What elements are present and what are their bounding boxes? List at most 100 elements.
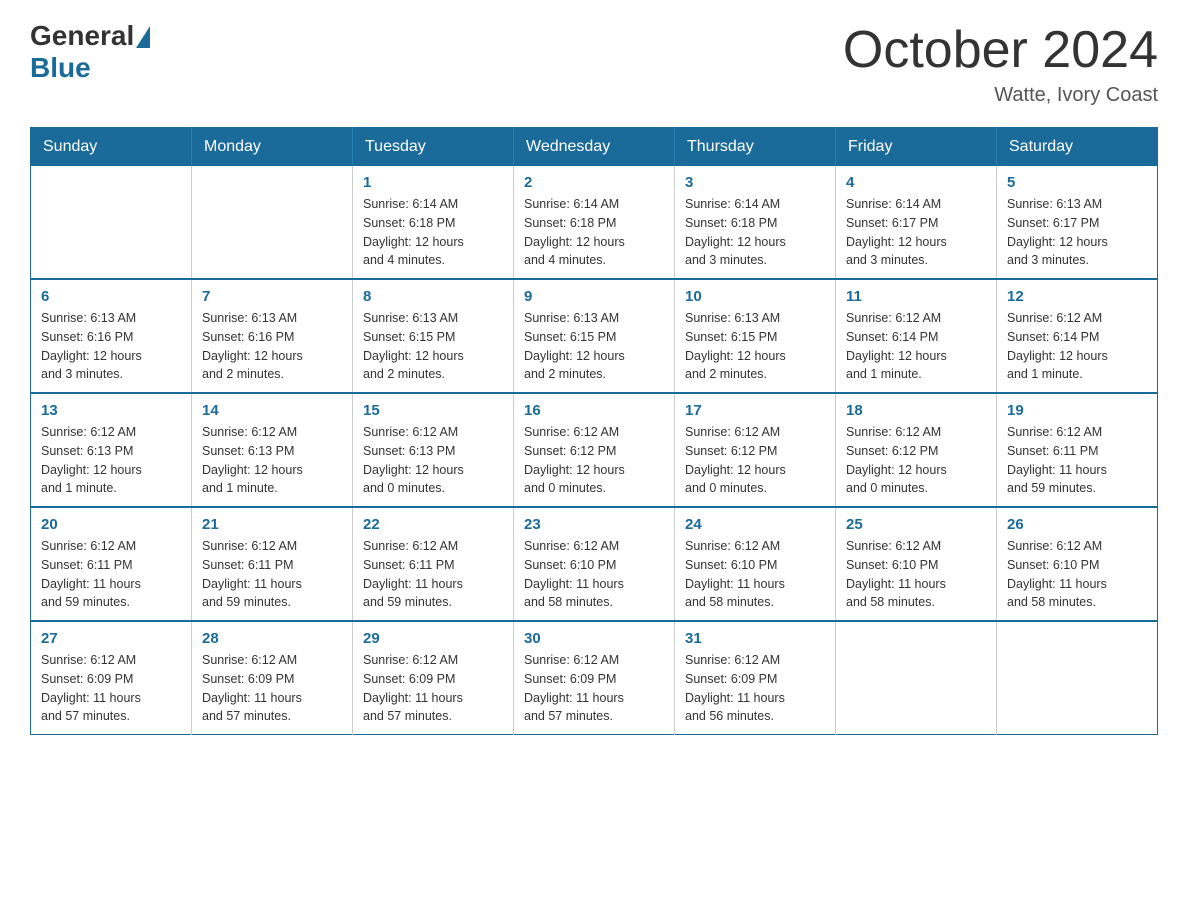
- day-number: 8: [363, 288, 503, 305]
- day-info: Sunrise: 6:13 AMSunset: 6:16 PMDaylight:…: [202, 309, 342, 384]
- day-info: Sunrise: 6:12 AMSunset: 6:11 PMDaylight:…: [41, 537, 181, 612]
- logo-triangle-icon: [136, 26, 150, 48]
- day-info: Sunrise: 6:12 AMSunset: 6:11 PMDaylight:…: [363, 537, 503, 612]
- title-section: October 2024 Watte, Ivory Coast: [843, 20, 1158, 107]
- calendar-cell: 30Sunrise: 6:12 AMSunset: 6:09 PMDayligh…: [514, 621, 675, 735]
- day-number: 9: [524, 288, 664, 305]
- day-number: 2: [524, 174, 664, 191]
- day-info: Sunrise: 6:13 AMSunset: 6:17 PMDaylight:…: [1007, 195, 1147, 270]
- header-sunday: Sunday: [31, 128, 192, 167]
- day-number: 19: [1007, 402, 1147, 419]
- calendar-cell: 26 Sunrise: 6:12 AMSunset: 6:10 PMDayligh…: [997, 507, 1158, 621]
- week-row-1: 1Sunrise: 6:14 AMSunset: 6:18 PMDaylight…: [31, 166, 1158, 279]
- day-info: Sunrise: 6:12 AMSunset: 6:09 PMDaylight:…: [524, 651, 664, 726]
- calendar-cell: 13 Sunrise: 6:12 AMSunset: 6:13 PMDayligh…: [31, 393, 192, 507]
- header-row: SundayMondayTuesdayWednesdayThursdayFrid…: [31, 128, 1158, 167]
- header-saturday: Saturday: [997, 128, 1158, 167]
- calendar-cell: 29Sunrise: 6:12 AMSunset: 6:09 PMDayligh…: [353, 621, 514, 735]
- week-row-2: 6 Sunrise: 6:13 AMSunset: 6:16 PMDaylight…: [31, 279, 1158, 393]
- day-info: Sunrise: 6:12 AMSunset: 6:10 PMDaylight:…: [524, 537, 664, 612]
- week-row-5: 27 Sunrise: 6:12 AMSunset: 6:09 PMDayligh…: [31, 621, 1158, 735]
- calendar-cell: 11 Sunrise: 6:12 AMSunset: 6:14 PMDayligh…: [836, 279, 997, 393]
- calendar-cell: 16Sunrise: 6:12 AMSunset: 6:12 PMDayligh…: [514, 393, 675, 507]
- day-info: Sunrise: 6:12 AMSunset: 6:13 PMDaylight:…: [202, 423, 342, 498]
- calendar-table: SundayMondayTuesdayWednesdayThursdayFrid…: [30, 127, 1158, 735]
- day-info: Sunrise: 6:14 AMSunset: 6:18 PMDaylight:…: [524, 195, 664, 270]
- calendar-cell: 9 Sunrise: 6:13 AMSunset: 6:15 PMDaylight…: [514, 279, 675, 393]
- day-info: Sunrise: 6:12 AMSunset: 6:11 PMDaylight:…: [202, 537, 342, 612]
- day-info: Sunrise: 6:12 AMSunset: 6:10 PMDaylight:…: [685, 537, 825, 612]
- calendar-cell: 27 Sunrise: 6:12 AMSunset: 6:09 PMDayligh…: [31, 621, 192, 735]
- day-info: Sunrise: 6:12 AMSunset: 6:14 PMDaylight:…: [1007, 309, 1147, 384]
- calendar-cell: 25Sunrise: 6:12 AMSunset: 6:10 PMDayligh…: [836, 507, 997, 621]
- day-number: 7: [202, 288, 342, 305]
- day-number: 6: [41, 288, 181, 305]
- day-info: Sunrise: 6:13 AMSunset: 6:15 PMDaylight:…: [524, 309, 664, 384]
- day-number: 3: [685, 174, 825, 191]
- calendar-cell: 2 Sunrise: 6:14 AMSunset: 6:18 PMDaylight…: [514, 166, 675, 279]
- calendar-body: 1Sunrise: 6:14 AMSunset: 6:18 PMDaylight…: [31, 166, 1158, 735]
- day-number: 21: [202, 516, 342, 533]
- day-number: 15: [363, 402, 503, 419]
- page-header: General Blue October 2024 Watte, Ivory C…: [30, 20, 1158, 107]
- calendar-cell: 23 Sunrise: 6:12 AMSunset: 6:10 PMDayligh…: [514, 507, 675, 621]
- calendar-cell: 4 Sunrise: 6:14 AMSunset: 6:17 PMDaylight…: [836, 166, 997, 279]
- day-number: 12: [1007, 288, 1147, 305]
- day-info: Sunrise: 6:13 AMSunset: 6:15 PMDaylight:…: [363, 309, 503, 384]
- day-info: Sunrise: 6:12 AMSunset: 6:11 PMDaylight:…: [1007, 423, 1147, 498]
- day-number: 22: [363, 516, 503, 533]
- calendar-cell: [31, 166, 192, 279]
- calendar-header: SundayMondayTuesdayWednesdayThursdayFrid…: [31, 128, 1158, 167]
- day-number: 14: [202, 402, 342, 419]
- day-info: Sunrise: 6:12 AMSunset: 6:14 PMDaylight:…: [846, 309, 986, 384]
- day-number: 18: [846, 402, 986, 419]
- logo: General Blue: [30, 20, 150, 84]
- calendar-cell: 19 Sunrise: 6:12 AMSunset: 6:11 PMDayligh…: [997, 393, 1158, 507]
- calendar-cell: 3Sunrise: 6:14 AMSunset: 6:18 PMDaylight…: [675, 166, 836, 279]
- day-number: 27: [41, 630, 181, 647]
- week-row-3: 13 Sunrise: 6:12 AMSunset: 6:13 PMDayligh…: [31, 393, 1158, 507]
- day-info: Sunrise: 6:12 AMSunset: 6:09 PMDaylight:…: [41, 651, 181, 726]
- calendar-cell: 1Sunrise: 6:14 AMSunset: 6:18 PMDaylight…: [353, 166, 514, 279]
- day-info: Sunrise: 6:14 AMSunset: 6:17 PMDaylight:…: [846, 195, 986, 270]
- main-title: October 2024: [843, 20, 1158, 80]
- calendar-cell: 15 Sunrise: 6:12 AMSunset: 6:13 PMDayligh…: [353, 393, 514, 507]
- day-number: 13: [41, 402, 181, 419]
- day-number: 11: [846, 288, 986, 305]
- header-wednesday: Wednesday: [514, 128, 675, 167]
- day-info: Sunrise: 6:12 AMSunset: 6:12 PMDaylight:…: [846, 423, 986, 498]
- calendar-cell: [192, 166, 353, 279]
- day-info: Sunrise: 6:12 AMSunset: 6:09 PMDaylight:…: [685, 651, 825, 726]
- day-number: 10: [685, 288, 825, 305]
- week-row-4: 20 Sunrise: 6:12 AMSunset: 6:11 PMDayligh…: [31, 507, 1158, 621]
- calendar-cell: 20 Sunrise: 6:12 AMSunset: 6:11 PMDayligh…: [31, 507, 192, 621]
- calendar-cell: 17Sunrise: 6:12 AMSunset: 6:12 PMDayligh…: [675, 393, 836, 507]
- day-number: 31: [685, 630, 825, 647]
- day-info: Sunrise: 6:12 AMSunset: 6:09 PMDaylight:…: [363, 651, 503, 726]
- day-number: 23: [524, 516, 664, 533]
- day-info: Sunrise: 6:12 AMSunset: 6:12 PMDaylight:…: [524, 423, 664, 498]
- calendar-cell: 10Sunrise: 6:13 AMSunset: 6:15 PMDayligh…: [675, 279, 836, 393]
- day-info: Sunrise: 6:14 AMSunset: 6:18 PMDaylight:…: [363, 195, 503, 270]
- day-number: 25: [846, 516, 986, 533]
- header-monday: Monday: [192, 128, 353, 167]
- day-number: 20: [41, 516, 181, 533]
- calendar-cell: [836, 621, 997, 735]
- day-number: 4: [846, 174, 986, 191]
- day-number: 17: [685, 402, 825, 419]
- subtitle: Watte, Ivory Coast: [843, 84, 1158, 107]
- day-number: 5: [1007, 174, 1147, 191]
- day-info: Sunrise: 6:12 AMSunset: 6:13 PMDaylight:…: [41, 423, 181, 498]
- calendar-cell: 28Sunrise: 6:12 AMSunset: 6:09 PMDayligh…: [192, 621, 353, 735]
- day-number: 28: [202, 630, 342, 647]
- day-number: 26: [1007, 516, 1147, 533]
- day-number: 24: [685, 516, 825, 533]
- day-info: Sunrise: 6:12 AMSunset: 6:10 PMDaylight:…: [1007, 537, 1147, 612]
- day-info: Sunrise: 6:12 AMSunset: 6:13 PMDaylight:…: [363, 423, 503, 498]
- calendar-cell: 12 Sunrise: 6:12 AMSunset: 6:14 PMDayligh…: [997, 279, 1158, 393]
- calendar-cell: 5 Sunrise: 6:13 AMSunset: 6:17 PMDaylight…: [997, 166, 1158, 279]
- calendar-cell: 22 Sunrise: 6:12 AMSunset: 6:11 PMDayligh…: [353, 507, 514, 621]
- header-thursday: Thursday: [675, 128, 836, 167]
- day-info: Sunrise: 6:13 AMSunset: 6:16 PMDaylight:…: [41, 309, 181, 384]
- calendar-cell: 24 Sunrise: 6:12 AMSunset: 6:10 PMDayligh…: [675, 507, 836, 621]
